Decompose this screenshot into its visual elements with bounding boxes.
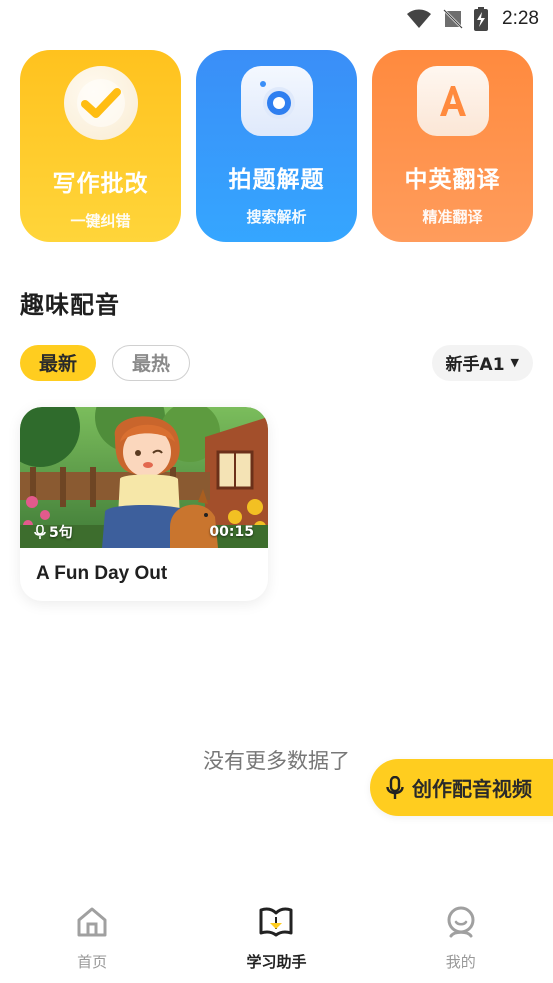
nav-label: 首页 [77,953,108,971]
checkmark-icon [63,66,138,140]
video-thumbnail: 5句 00:15 [20,407,268,548]
section-title: 趣味配音 [20,291,120,319]
feature-card-writing-correction[interactable]: 写作批改 一键纠错 [20,50,181,242]
feature-subtitle: 一键纠错 [70,212,131,230]
sentence-count-label: 5句 [49,525,73,541]
video-meta: 5句 00:15 [34,522,254,542]
feature-title: 写作批改 [52,171,149,197]
nav-label: 我的 [445,953,476,971]
nav-label: 学习助手 [246,953,307,971]
book-icon [258,905,294,943]
bottom-navigation: 首页 学习助手 我的 [0,895,553,983]
tab-hottest[interactable]: 最热 [112,344,191,381]
battery-charging-icon [474,7,489,31]
feature-title: 中英翻译 [404,167,501,193]
video-card[interactable]: 5句 00:15 A Fun Day Out [20,407,268,601]
feature-subtitle: 搜索解析 [246,208,307,226]
home-icon [75,905,109,943]
tab-latest[interactable]: 最新 [20,344,97,381]
video-duration: 00:15 [209,524,254,540]
microphone-small-icon [34,524,46,540]
status-bar: 2:28 [0,0,553,38]
video-title: A Fun Day Out [36,563,168,584]
feature-card-photo-solve[interactable]: 拍题解题 搜索解析 [196,50,357,242]
microphone-icon [386,775,404,800]
nav-item-home[interactable]: 首页 [32,895,152,972]
feature-title: 拍题解题 [228,167,325,193]
level-dropdown[interactable]: 新手A1 ▼ [431,344,533,381]
level-value: 新手A1 [445,355,505,375]
caret-down-icon: ▼ [510,356,519,369]
clock: 2:28 [502,8,539,29]
sentence-count: 5句 [34,522,73,542]
feature-row: 写作批改 一键纠错 拍题解题 搜索解析 中英翻译 精准翻译 [20,50,533,242]
letter-a-icon [416,66,489,136]
feature-card-translate[interactable]: 中英翻译 精准翻译 [372,50,533,242]
nav-item-profile[interactable]: 我的 [401,895,521,972]
profile-icon [444,905,478,943]
no-signal-icon [442,8,464,30]
camera-icon [240,66,313,136]
feature-subtitle: 精准翻译 [422,208,483,226]
wifi-icon [406,9,432,29]
create-dubbing-button[interactable]: 创作配音视频 [370,759,553,816]
nav-item-study-assistant[interactable]: 学习助手 [216,895,336,972]
filter-row: 最新 最热 新手A1 ▼ [20,344,533,381]
create-dubbing-label: 创作配音视频 [412,777,532,801]
